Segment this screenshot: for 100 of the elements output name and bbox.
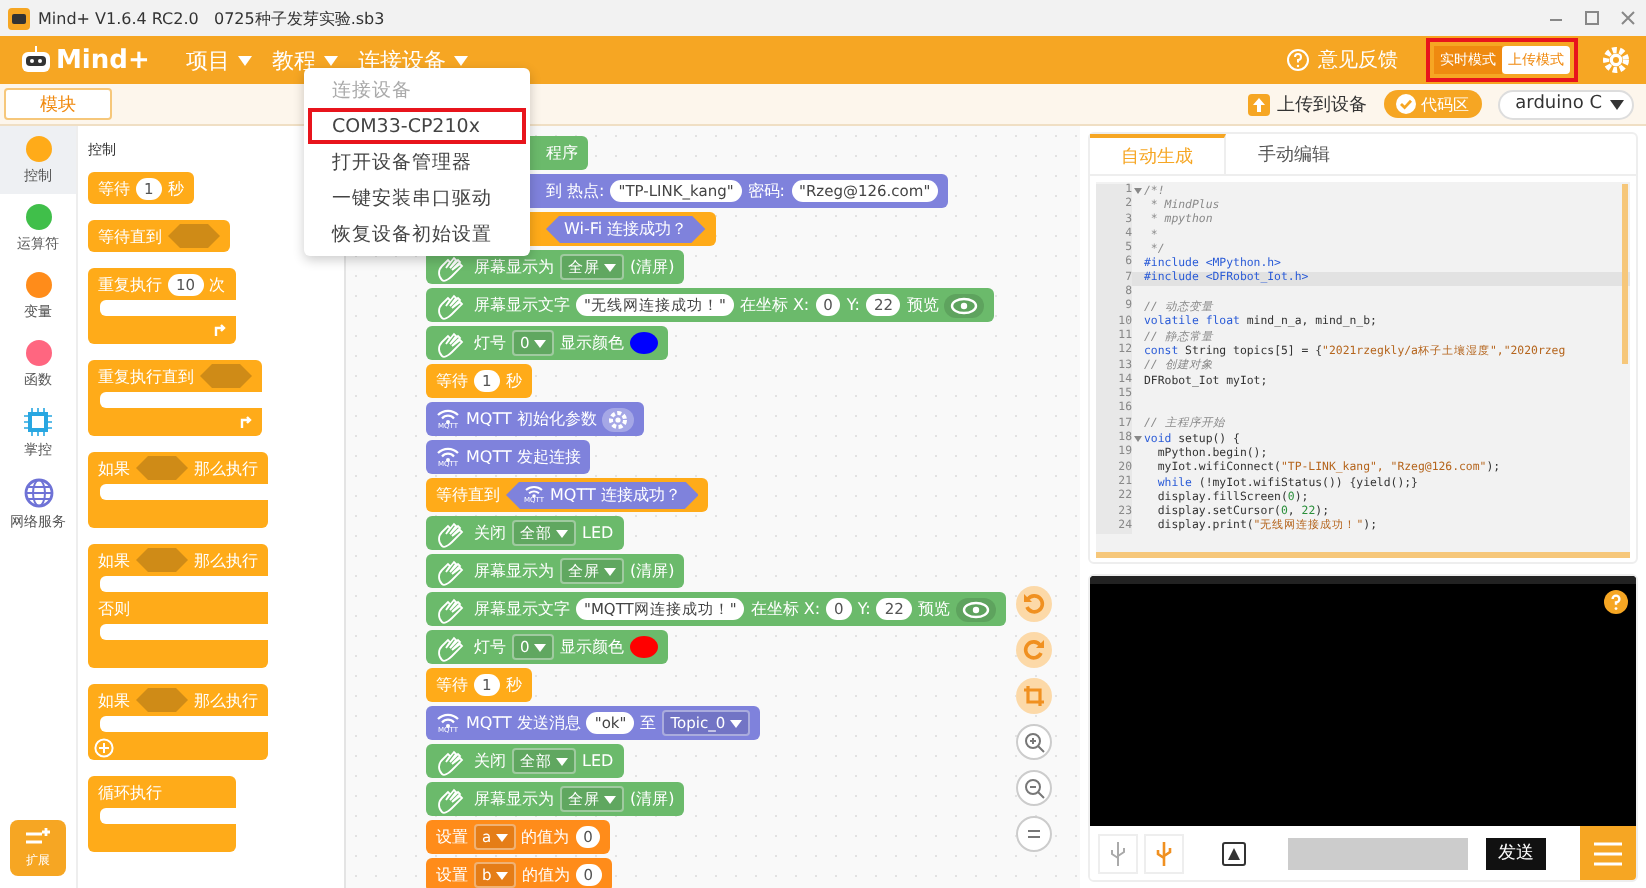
condition-block[interactable]: Wi-Fi 连接成功？ — [546, 215, 706, 243]
block-label: 等待直到 — [98, 225, 162, 247]
add-icon[interactable] — [94, 738, 114, 758]
block-label: 设置 — [436, 826, 468, 848]
condition-slot[interactable] — [168, 224, 220, 248]
block-label: 灯号 — [474, 636, 506, 658]
caret-icon — [495, 833, 508, 841]
reset-zoom-icon[interactable] — [1016, 816, 1052, 852]
block-label: 至 — [640, 712, 657, 734]
condition-slot[interactable] — [136, 456, 188, 480]
upload-icon — [1247, 93, 1270, 115]
scroll-lock-icon[interactable] — [1222, 841, 1246, 865]
block-label: 的值为 — [521, 826, 570, 848]
wifi-icon — [524, 484, 544, 499]
settings-icon[interactable] — [1602, 46, 1630, 74]
redo-icon[interactable] — [1016, 632, 1052, 668]
hand-icon — [436, 785, 468, 813]
block-label: 秒 — [505, 674, 522, 696]
usb-icon[interactable] — [1098, 833, 1138, 873]
undo-icon[interactable] — [1016, 586, 1052, 622]
caret-icon — [729, 719, 742, 727]
menu-item[interactable]: 打开设备管理器 — [308, 144, 526, 180]
blocks-tab[interactable]: 模块 — [4, 88, 112, 120]
hand-icon — [436, 633, 468, 661]
color-swatch[interactable] — [629, 332, 658, 354]
block-label: 重复执行直到 — [98, 365, 194, 387]
code-tab[interactable]: 手动编辑 — [1226, 134, 1362, 174]
settings-icon[interactable] — [602, 407, 635, 431]
condition-label: MQTT 连接成功？ — [550, 484, 681, 506]
caret-icon — [237, 55, 252, 65]
hand-icon — [436, 291, 468, 319]
block-label: 如果 — [98, 457, 130, 479]
block-label: (清屏) — [630, 256, 675, 278]
block-label: 程序 — [546, 142, 578, 164]
caret-icon — [495, 871, 508, 879]
help-icon[interactable] — [1604, 590, 1628, 614]
loop-arrow-icon — [238, 414, 254, 430]
block-label: 屏幕显示文字 — [474, 598, 570, 620]
block-label: 重复执行 — [98, 273, 162, 295]
block-label: 密码: — [747, 180, 785, 202]
hand-icon — [436, 557, 468, 585]
block-label: 屏幕显示文字 — [474, 294, 570, 316]
question-icon — [1286, 48, 1310, 72]
block-label: 显示颜色 — [559, 332, 624, 354]
fold-caret-icon[interactable] — [1134, 188, 1142, 195]
serial-input-field[interactable] — [1288, 837, 1468, 869]
block-label: 到 热点: — [546, 180, 605, 202]
block-label: 显示颜色 — [559, 636, 624, 658]
menu-item[interactable]: COM33-CP210x — [308, 108, 526, 144]
block-label: 关闭 — [474, 522, 506, 544]
hand-icon — [436, 329, 468, 357]
block-label: 秒 — [505, 370, 522, 392]
wifi-icon — [436, 711, 460, 728]
block-label: 等待 — [436, 370, 468, 392]
block-label: 否则 — [98, 597, 130, 619]
caret-icon — [604, 567, 616, 575]
hand-icon — [436, 519, 468, 547]
eye-icon[interactable] — [955, 597, 996, 621]
block-label: (清屏) — [630, 560, 675, 582]
menu-icon — [1594, 841, 1622, 865]
code-editor[interactable] — [1096, 182, 1630, 558]
condition-label: Wi-Fi 连接成功？ — [564, 218, 688, 240]
block-label: Y: — [857, 600, 871, 618]
caret-icon — [604, 795, 616, 803]
block-label: LED — [582, 524, 614, 542]
block-label: 屏幕显示为 — [474, 788, 554, 810]
block-label: 的值为 — [521, 864, 570, 886]
zoom-out-icon[interactable] — [1016, 770, 1052, 806]
condition-slot[interactable] — [200, 364, 252, 388]
send-button[interactable]: 发送 — [1486, 837, 1546, 869]
fold-caret-icon[interactable] — [1134, 436, 1142, 443]
menu-button[interactable] — [1580, 826, 1636, 880]
eye-icon[interactable] — [944, 293, 985, 317]
window-title: Mind+ V1.6.4 RC2.0 0725种子发芽实验.sb3 — [38, 7, 385, 29]
app-logo: Mind+ — [56, 45, 150, 75]
close-icon[interactable] — [1618, 8, 1638, 28]
block-label: Y: — [846, 296, 860, 314]
maximize-icon[interactable] — [1582, 8, 1602, 28]
zoom-in-icon[interactable] — [1016, 724, 1052, 760]
block-label: 那么执行 — [194, 457, 258, 479]
condition-slot[interactable] — [136, 548, 188, 572]
upload-button[interactable]: 上传到设备 — [1247, 91, 1368, 117]
block-label: 等待直到 — [436, 484, 500, 506]
wifi-icon — [436, 407, 460, 424]
block-label: MQTT 发起连接 — [466, 446, 581, 468]
caret-icon — [533, 339, 546, 347]
condition-slot[interactable] — [136, 688, 188, 712]
device-dropdown[interactable]: arduino C — [1497, 89, 1634, 119]
block-label: 秒 — [167, 177, 184, 199]
app-icon — [8, 7, 30, 29]
caret-icon — [533, 643, 546, 651]
crop-icon[interactable] — [1016, 678, 1052, 714]
color-swatch[interactable] — [629, 636, 658, 658]
block-label: 次 — [209, 273, 226, 295]
block-label: LED — [582, 752, 614, 770]
caret-icon — [556, 529, 568, 537]
block-label: 在坐标 X: — [750, 598, 821, 620]
block-label: 屏幕显示为 — [474, 560, 554, 582]
usb-icon[interactable] — [1144, 833, 1184, 873]
block-label: 预览 — [906, 294, 939, 316]
